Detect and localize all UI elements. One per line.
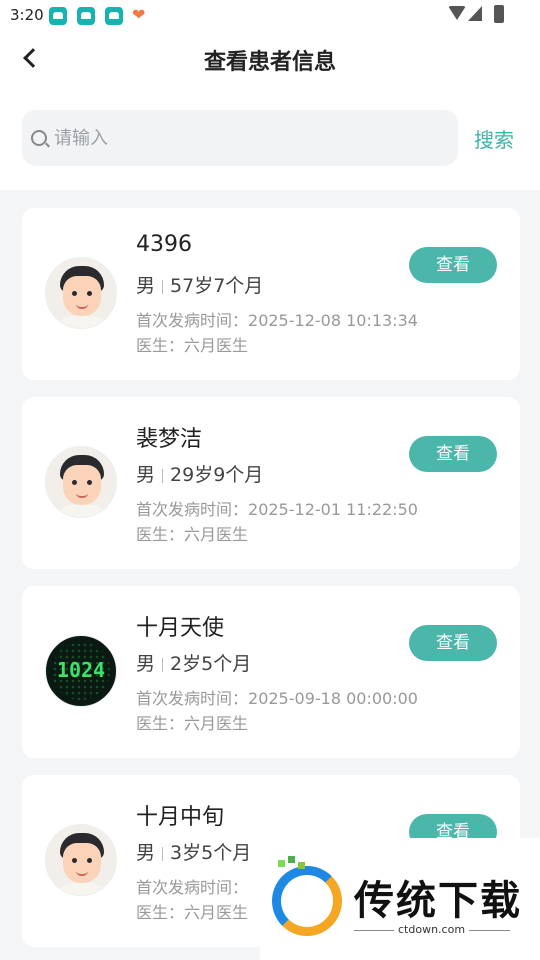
car-app-icon [105, 7, 123, 25]
onset-time: 2025-12-08 10:13:34 [248, 311, 418, 330]
onset-label: 首次发病时间： [136, 500, 249, 519]
patient-onset: 首次发病时间：2025-12-01 11:22:50 [136, 496, 418, 520]
patient-avatar [45, 824, 117, 896]
patient-card: 1024 十月天使 男 2岁5个月 首次发病时间：2025-09-18 00:00… [22, 586, 520, 758]
watermark-logo-icon [272, 856, 342, 936]
view-button[interactable]: 查看 [409, 436, 497, 472]
patient-age: 3岁5个月 [170, 842, 252, 864]
signal-icon [468, 6, 482, 21]
patient-avatar [45, 257, 117, 329]
patient-name: 十月中旬 [136, 805, 225, 830]
patient-age: 2岁5个月 [170, 653, 252, 675]
patient-gender: 男 [136, 653, 156, 675]
doctor-name: 六月医生 [184, 903, 249, 922]
onset-time: 2025-09-18 00:00:00 [248, 689, 418, 708]
patient-avatar: 1024 [45, 635, 117, 707]
patient-onset: 首次发病时间： [136, 874, 248, 898]
heart-app-icon: ❤ [132, 5, 146, 24]
doctor-label: 医生： [136, 714, 185, 733]
patient-doctor: 医生：六月医生 [136, 899, 248, 923]
patient-gender: 男 [136, 842, 156, 864]
onset-label: 首次发病时间： [136, 689, 249, 708]
patient-age: 57岁7个月 [170, 275, 264, 297]
doctor-name: 六月医生 [184, 525, 249, 544]
doctor-label: 医生： [136, 525, 185, 544]
search-icon [31, 130, 47, 146]
patient-avatar [45, 446, 117, 518]
battery-icon [494, 5, 504, 23]
search-input[interactable] [54, 122, 444, 154]
patient-meta: 男 3岁5个月 [136, 838, 251, 865]
patient-gender: 男 [136, 464, 156, 486]
divider [162, 279, 164, 294]
patient-gender: 男 [136, 275, 156, 297]
patient-card: 裴梦洁 男 29岁9个月 首次发病时间：2025-12-01 11:22:50 医… [22, 397, 520, 569]
car-app-icon [49, 7, 67, 25]
watermark-url: ctdown.com [394, 923, 470, 936]
divider [162, 657, 164, 672]
page-title: 查看患者信息 [203, 50, 336, 75]
watermark: 传统下载 ctdown.com [260, 838, 540, 960]
doctor-name: 六月医生 [184, 714, 249, 733]
status-time: 3:20 [10, 6, 44, 24]
search-button[interactable]: 搜索 [474, 124, 514, 153]
view-button[interactable]: 查看 [409, 625, 497, 661]
divider [162, 468, 164, 483]
patient-doctor: 医生：六月医生 [136, 710, 248, 734]
status-bar: 3:20 ❤ [0, 0, 540, 32]
patient-meta: 男 57岁7个月 [136, 271, 263, 298]
patient-age: 29岁9个月 [170, 464, 264, 486]
patient-card: 4396 男 57岁7个月 首次发病时间：2025-12-08 10:13:34 … [22, 208, 520, 380]
patient-name: 裴梦洁 [136, 427, 203, 452]
patient-meta: 男 2岁5个月 [136, 649, 251, 676]
doctor-label: 医生： [136, 903, 185, 922]
onset-label: 首次发病时间： [136, 878, 249, 897]
onset-label: 首次发病时间： [136, 311, 249, 330]
app-bar: 查看患者信息 [0, 32, 540, 90]
watermark-brand: 传统下载 [354, 878, 522, 924]
patient-onset: 首次发病时间：2025-09-18 00:00:00 [136, 685, 418, 709]
patient-doctor: 医生：六月医生 [136, 332, 248, 356]
wifi-icon [448, 6, 466, 20]
patient-name: 十月天使 [136, 616, 225, 641]
onset-time: 2025-12-01 11:22:50 [248, 500, 418, 519]
doctor-name: 六月医生 [184, 336, 249, 355]
patient-onset: 首次发病时间：2025-12-08 10:13:34 [136, 307, 418, 331]
search-area: 搜索 [0, 90, 540, 190]
car-app-icon [77, 7, 95, 25]
patient-meta: 男 29岁9个月 [136, 460, 263, 487]
divider [162, 846, 164, 861]
search-box[interactable] [22, 110, 458, 166]
patient-doctor: 医生：六月医生 [136, 521, 248, 545]
patient-name: 4396 [136, 232, 192, 257]
doctor-label: 医生： [136, 336, 185, 355]
view-button[interactable]: 查看 [409, 247, 497, 283]
avatar-code-text: 1024 [56, 658, 106, 682]
